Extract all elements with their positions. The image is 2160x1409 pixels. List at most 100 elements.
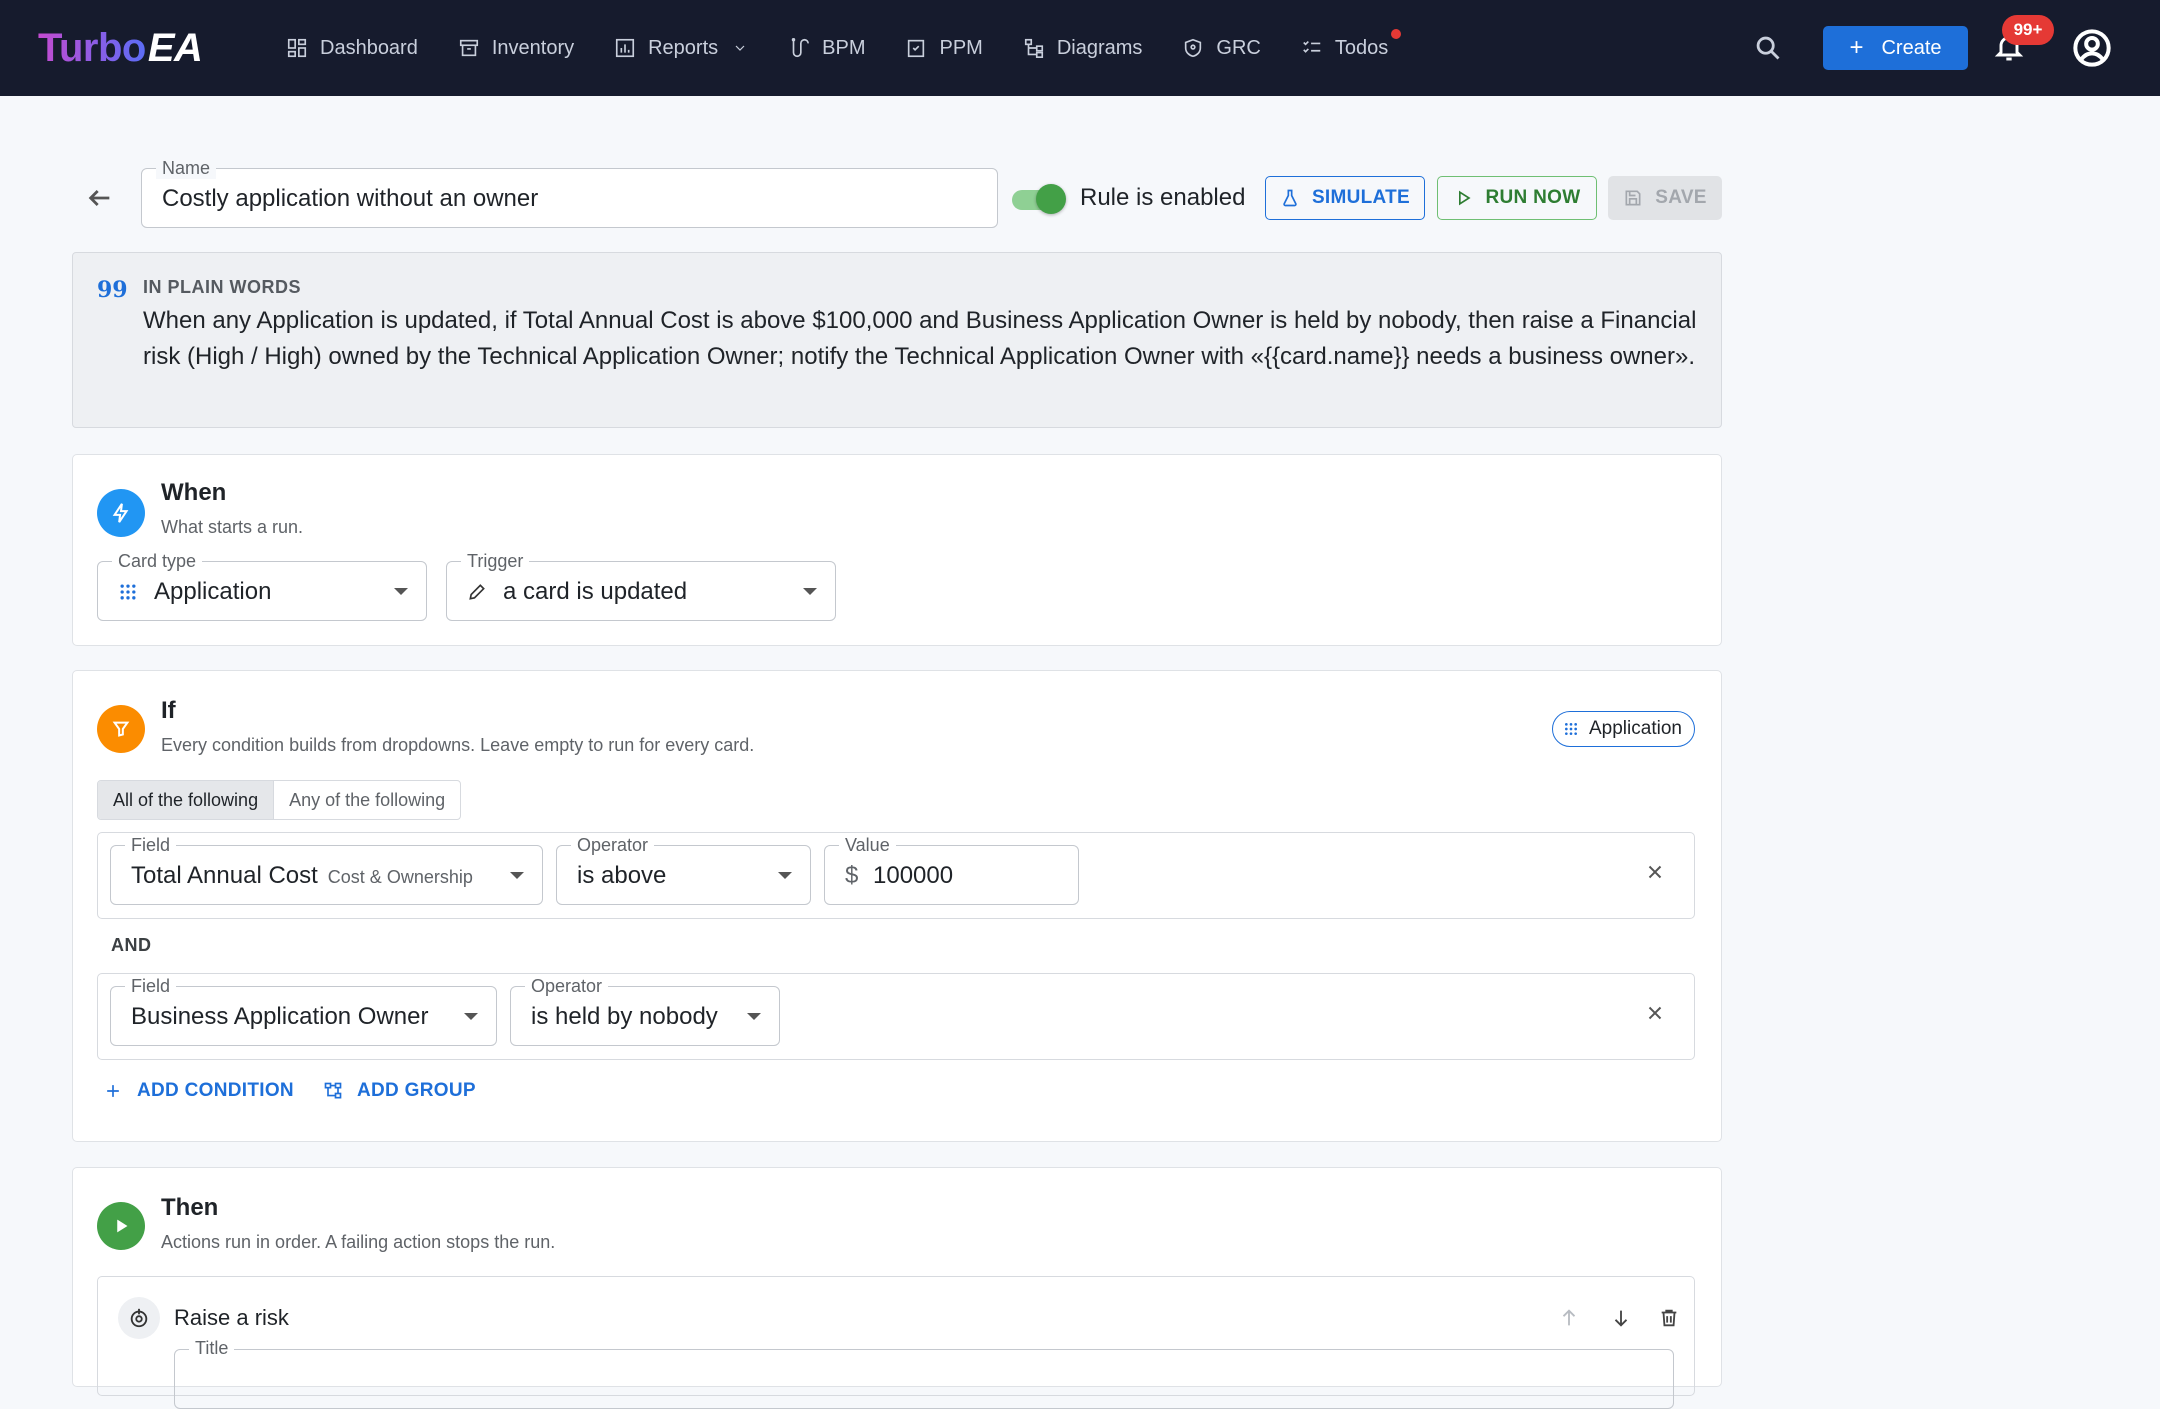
action-title: Raise a risk <box>174 1305 289 1330</box>
chevron-down-icon <box>735 45 745 51</box>
rule-name-value[interactable]: Costly application without an owner <box>162 185 538 213</box>
trigger-select[interactable]: Trigger a card is updated <box>446 550 836 621</box>
todos-indicator-dot <box>1391 29 1401 39</box>
notification-badge: 99+ <box>2002 15 2054 45</box>
nav-todos-label: Todos <box>1334 36 1389 59</box>
group-tree-icon <box>324 1082 342 1099</box>
rule-enabled-toggle[interactable] <box>1010 182 1070 214</box>
nav-ppm[interactable]: PPM <box>905 0 1002 96</box>
remove-condition-button[interactable] <box>1644 1002 1672 1030</box>
condition-field-value: Total Annual Cost <box>131 862 318 889</box>
floppy-icon <box>1625 190 1641 206</box>
create-button-label: Create <box>1881 36 1942 59</box>
remove-condition-button[interactable] <box>1644 861 1672 889</box>
grid-dots-icon <box>1565 723 1577 735</box>
add-condition-button[interactable]: ADD CONDITION <box>103 1080 294 1102</box>
if-section: If Every condition builds from dropdowns… <box>72 670 1722 1142</box>
when-subtitle: What starts a run. <box>161 517 304 537</box>
plain-words-panel: 99 IN PLAIN WORDS When any Application i… <box>72 252 1722 428</box>
condition-operator-select[interactable]: Operator is above <box>556 834 811 905</box>
caret-down-icon <box>778 872 792 879</box>
app-logo[interactable]: Turbo EA <box>38 24 203 72</box>
close-icon <box>1648 865 1662 879</box>
card-type-label: Card type <box>112 550 203 572</box>
condition-row: Field Total Annual Cost Cost & Ownership … <box>97 832 1695 919</box>
mode-any-button[interactable]: Any of the following <box>274 781 460 819</box>
move-down-button[interactable] <box>1610 1307 1634 1331</box>
grid-dots-icon <box>118 582 138 602</box>
caret-down-icon <box>803 588 817 595</box>
simulate-button[interactable]: SIMULATE <box>1265 176 1425 220</box>
condition-value-input[interactable]: Value $ 100000 <box>824 834 1079 905</box>
nav-todos[interactable]: Todos <box>1301 0 1408 96</box>
close-icon <box>1648 1006 1662 1020</box>
if-section-icon <box>97 705 145 753</box>
nav-inventory-label: Inventory <box>491 36 575 59</box>
mode-all-button[interactable]: All of the following <box>98 781 275 819</box>
condition-field-select[interactable]: Field Business Application Owner <box>110 975 497 1046</box>
arrow-left-icon <box>88 190 110 206</box>
then-section-icon <box>97 1202 145 1250</box>
nav-diagrams[interactable]: Diagrams <box>1023 0 1163 96</box>
card-type-chip[interactable]: Application <box>1552 711 1695 747</box>
condition-operator-label: Operator <box>571 834 655 856</box>
condition-field-select[interactable]: Field Total Annual Cost Cost & Ownership <box>110 834 543 905</box>
trigger-label: Trigger <box>461 550 530 572</box>
add-group-button[interactable]: ADD GROUP <box>323 1080 476 1102</box>
create-button[interactable]: + Create <box>1823 26 1968 70</box>
add-group-label: ADD GROUP <box>357 1080 476 1101</box>
run-now-label: RUN NOW <box>1485 187 1581 208</box>
risk-title-field[interactable]: Title <box>174 1338 1674 1409</box>
condition-field-value: Business Application Owner <box>131 1003 429 1030</box>
condition-field-group: Cost & Ownership <box>327 867 473 887</box>
dashboard-icon <box>287 38 307 58</box>
nav-reports-label: Reports <box>648 36 719 59</box>
move-up-button[interactable] <box>1558 1307 1582 1331</box>
rule-name-label: Name <box>156 157 217 179</box>
condition-value[interactable]: 100000 <box>873 862 953 890</box>
card-type-select[interactable]: Card type Application <box>97 550 427 621</box>
condition-operator-select[interactable]: Operator is held by nobody <box>510 975 780 1046</box>
account-button[interactable] <box>2072 28 2112 68</box>
when-section: When What starts a run. Card type Applic… <box>72 454 1722 646</box>
when-section-icon <box>97 489 145 537</box>
risk-target-icon <box>118 1297 160 1339</box>
checklist-icon <box>1303 40 1321 53</box>
trash-icon <box>1661 1309 1677 1327</box>
play-icon <box>117 1219 128 1233</box>
plus-icon <box>107 1085 119 1097</box>
caret-down-icon <box>464 1013 478 1020</box>
nav-ppm-label: PPM <box>939 36 983 59</box>
when-title: When <box>161 479 227 506</box>
nav-grc-label: GRC <box>1216 36 1261 59</box>
action-item: Raise a risk Title <box>97 1276 1695 1409</box>
delete-action-button[interactable] <box>1658 1307 1682 1331</box>
nav-bpm-label: BPM <box>822 36 866 59</box>
plus-icon: + <box>1849 34 1864 61</box>
archive-icon <box>459 39 478 57</box>
currency-prefix: $ <box>845 862 859 889</box>
nav-dashboard[interactable]: Dashboard <box>286 0 438 96</box>
save-button[interactable]: SAVE <box>1608 176 1722 220</box>
condition-field-label: Field <box>125 834 177 856</box>
caret-down-icon <box>747 1013 761 1020</box>
run-now-button[interactable]: RUN NOW <box>1437 176 1597 220</box>
nav-inventory[interactable]: Inventory <box>458 0 594 96</box>
condition-row: Field Business Application Owner Operato… <box>97 973 1695 1060</box>
back-button[interactable] <box>86 184 116 214</box>
top-app-bar: Turbo EA Dashboard Inventory Reports BPM… <box>0 0 2160 96</box>
rule-name-field[interactable]: Name Costly application without an owner <box>141 157 998 228</box>
nav-grc[interactable]: GRC <box>1182 0 1280 96</box>
search-icon <box>1756 36 1780 60</box>
nav-reports[interactable]: Reports <box>614 0 768 96</box>
save-label: SAVE <box>1655 187 1707 208</box>
nav-bpm[interactable]: BPM <box>788 0 885 96</box>
then-title: Then <box>161 1194 219 1221</box>
clipboard-icon <box>908 39 925 58</box>
toggle-knob <box>1036 184 1066 214</box>
condition-field-label: Field <box>125 975 177 997</box>
search-button[interactable] <box>1754 34 1784 64</box>
lightning-icon <box>112 503 129 523</box>
caret-down-icon <box>510 872 524 879</box>
filter-icon <box>112 721 130 737</box>
